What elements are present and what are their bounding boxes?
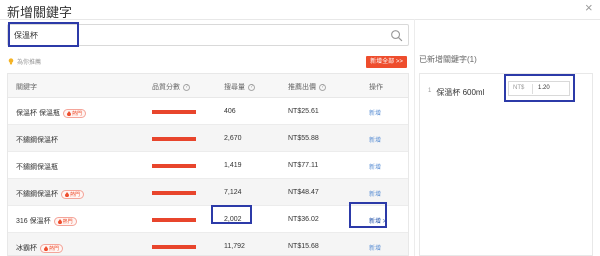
added-item-keyword: 保溫杯 600ml bbox=[436, 88, 485, 97]
help-icon[interactable]: ? bbox=[183, 83, 190, 91]
quality-score-bar bbox=[152, 191, 196, 195]
suggested-bid: NT$48.47 bbox=[288, 189, 319, 196]
keyword-text: 不鏽鋼保溫瓶 bbox=[16, 164, 58, 171]
add-keyword-button[interactable]: 新增 bbox=[369, 108, 381, 117]
lightbulb-icon bbox=[8, 58, 14, 65]
add-all-button[interactable]: 新增全部 >> bbox=[366, 56, 407, 68]
keyword-table: 關鍵字 品質分數? 搜尋量? 推薦出價? 操作 保溫杯 保溫瓶 熱門 406 NT$2… bbox=[7, 73, 409, 256]
flame-icon bbox=[57, 218, 62, 224]
suggested-bid: NT$15.68 bbox=[288, 243, 319, 250]
search-volume: 7,124 bbox=[224, 189, 242, 196]
keyword-cell: 316 保溫杯 熱門 bbox=[16, 216, 77, 226]
keyword-text: 不鏽鋼保溫杯 bbox=[16, 191, 58, 198]
search-volume: 11,792 bbox=[224, 243, 245, 250]
table-row: 不鏽鋼保溫瓶 1,419 NT$77.11 新增 bbox=[8, 152, 408, 179]
keyword-text: 冰霸杯 bbox=[16, 245, 37, 252]
header-divider bbox=[0, 19, 600, 20]
keyword-cell: 保溫杯 保溫瓶 熱門 bbox=[16, 108, 86, 118]
hot-badge: 熱門 bbox=[40, 243, 64, 253]
table-row: 保溫杯 保溫瓶 熱門 406 NT$25.61 新增 bbox=[8, 98, 408, 125]
header-action: 操作 bbox=[369, 84, 383, 91]
added-item: 1 保溫杯 600ml bbox=[428, 87, 484, 98]
table-row: 冰霸杯 熱門 11,792 NT$15.68 新增 bbox=[8, 233, 408, 255]
quality-score-bar bbox=[152, 137, 196, 141]
search-volume: 2,670 bbox=[224, 135, 242, 142]
flame-icon bbox=[66, 110, 71, 116]
volume-highlight-box bbox=[211, 205, 252, 224]
help-icon[interactable]: ? bbox=[319, 83, 326, 91]
add-keyword-button[interactable]: 新增 bbox=[369, 189, 381, 198]
add-keyword-button[interactable]: 新增 bbox=[369, 162, 381, 171]
suggested-bid: NT$77.11 bbox=[288, 162, 319, 169]
quality-score-bar bbox=[152, 218, 196, 222]
header-keyword: 關鍵字 bbox=[16, 84, 37, 91]
table-row: 不鏽鋼保溫杯 熱門 7,124 NT$48.47 新增 bbox=[8, 179, 408, 206]
added-title: 已新增關鍵字(1) bbox=[419, 55, 477, 64]
hot-badge-text: 熱門 bbox=[62, 218, 73, 225]
hot-badge-text: 熱門 bbox=[71, 110, 82, 117]
close-icon[interactable]: × bbox=[585, 1, 593, 14]
suggestion-text: 為你推薦 bbox=[17, 60, 42, 66]
search-volume: 406 bbox=[224, 108, 236, 115]
panel-divider bbox=[414, 19, 415, 256]
keyword-cell: 冰霸杯 熱門 bbox=[16, 243, 64, 253]
suggested-bid: NT$36.02 bbox=[288, 216, 319, 223]
added-item-index: 1 bbox=[428, 88, 432, 94]
add-keyword-button[interactable]: 新增 bbox=[369, 243, 381, 252]
table-header: 關鍵字 品質分數? 搜尋量? 推薦出價? 操作 bbox=[8, 74, 408, 98]
suggested-bid: NT$55.88 bbox=[288, 135, 319, 142]
help-icon[interactable]: ? bbox=[248, 83, 255, 91]
hot-badge-text: 熱門 bbox=[70, 191, 81, 198]
header-quality: 品質分數? bbox=[152, 82, 190, 92]
suggested-bid: NT$25.61 bbox=[288, 108, 319, 115]
header-volume: 搜尋量? bbox=[224, 82, 255, 92]
keyword-text: 保溫杯 保溫瓶 bbox=[16, 110, 60, 117]
bid-highlight-box bbox=[504, 74, 575, 102]
hot-badge: 熱門 bbox=[61, 189, 85, 199]
keyword-text: 不鏽鋼保溫杯 bbox=[16, 137, 58, 144]
hot-badge: 熱門 bbox=[62, 108, 86, 118]
add-keyword-button[interactable]: 新增 bbox=[369, 135, 381, 144]
add-highlight-box bbox=[349, 202, 387, 228]
header-bid: 推薦出價? bbox=[288, 82, 326, 92]
quality-score-bar bbox=[152, 164, 196, 168]
search-highlight-box bbox=[8, 22, 79, 47]
keyword-cell: 不鏽鋼保溫瓶 bbox=[16, 162, 58, 172]
table-row: 316 保溫杯 熱門 2,002 NT$36.02 新增 > bbox=[8, 206, 408, 233]
scrollbar-track[interactable] bbox=[408, 98, 409, 256]
search-volume: 1,419 bbox=[224, 162, 242, 169]
hot-badge: 熱門 bbox=[53, 216, 77, 226]
keyword-cell: 不鏽鋼保溫杯 bbox=[16, 135, 58, 145]
quality-score-bar bbox=[152, 245, 196, 249]
keyword-text: 316 保溫杯 bbox=[16, 218, 51, 225]
search-icon[interactable] bbox=[390, 29, 403, 42]
table-row: 不鏽鋼保溫杯 2,670 NT$55.88 新增 bbox=[8, 125, 408, 152]
quality-score-bar bbox=[152, 110, 196, 114]
hot-badge-text: 熱門 bbox=[49, 245, 60, 252]
suggestion-label: 為你推薦 bbox=[8, 57, 41, 66]
flame-icon bbox=[65, 191, 69, 197]
flame-icon bbox=[44, 245, 48, 251]
keyword-cell: 不鏽鋼保溫杯 熱門 bbox=[16, 189, 85, 199]
